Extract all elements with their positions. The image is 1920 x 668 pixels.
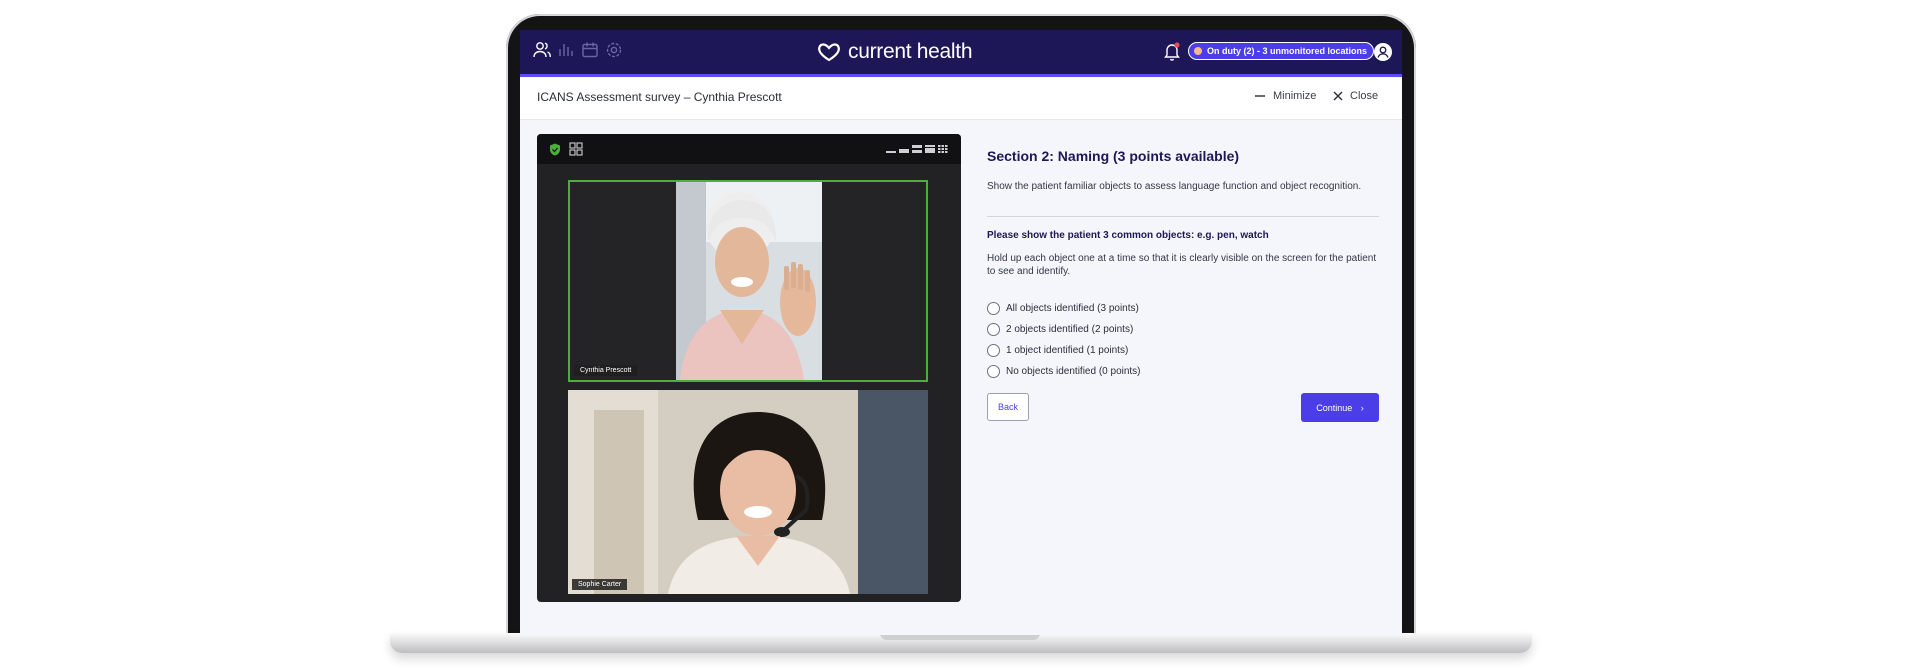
close-icon [1333, 91, 1343, 101]
calendar-icon[interactable] [580, 40, 600, 60]
survey-header: ICANS Assessment survey – Cynthia Presco… [520, 77, 1402, 120]
participant-name-tag: Sophie Carter [572, 579, 628, 590]
radio-button[interactable] [987, 301, 1000, 315]
minimize-label: Minimize [1273, 90, 1317, 102]
user-icon [1377, 46, 1389, 58]
option-no-objects[interactable]: No objects identified (0 points) [987, 363, 1141, 379]
layout-speaker-icon[interactable] [924, 144, 938, 154]
option-one-object[interactable]: 1 object identified (1 points) [987, 342, 1128, 358]
secure-shield-icon [550, 143, 560, 156]
radio-button[interactable] [987, 343, 1000, 357]
layout-grid-icon[interactable] [937, 144, 951, 154]
option-label: No objects identified (0 points) [1006, 365, 1141, 377]
close-label: Close [1350, 90, 1379, 102]
section-description: Show the patient familiar objects to ass… [987, 181, 1362, 192]
option-label: 2 objects identified (2 points) [1006, 323, 1134, 335]
close-button[interactable]: Close [1333, 90, 1378, 102]
brand-name: current health [848, 40, 973, 63]
brand-logo: current health [816, 39, 973, 65]
continue-label: Continue [1316, 402, 1353, 413]
patient-video-feed [570, 182, 926, 380]
notification-bell-icon[interactable] [1163, 41, 1181, 61]
layout-strip-icon[interactable] [898, 144, 912, 154]
question-title: Please show the patient 3 common objects… [987, 230, 1269, 241]
radio-button[interactable] [987, 322, 1000, 336]
layout-minimal-icon[interactable] [885, 144, 899, 154]
participant-tile-patient[interactable]: Cynthia Prescott [568, 180, 928, 382]
current-health-logo-icon [818, 43, 840, 62]
option-label: All objects identified (3 points) [1006, 302, 1139, 314]
user-avatar[interactable] [1374, 43, 1392, 61]
on-duty-badge[interactable]: On duty (2) - 3 unmonitored locations [1188, 42, 1375, 60]
section-title: Section 2: Naming (3 points available) [987, 148, 1240, 164]
back-button[interactable]: Back [987, 393, 1029, 421]
minimize-icon [1255, 95, 1265, 97]
clinician-video-feed [568, 390, 928, 594]
layout-split-icon[interactable] [911, 144, 925, 154]
option-label: 1 object identified (1 points) [1006, 344, 1129, 356]
video-toolbar [537, 134, 961, 164]
chevron-right-icon: › [1360, 402, 1364, 413]
participant-name-tag: Cynthia Prescott [574, 365, 638, 376]
video-call-panel: Cynthia Prescott Sophie Carter [537, 134, 961, 602]
continue-button[interactable]: Continue › [1301, 393, 1379, 422]
survey-title: ICANS Assessment survey – Cynthia Presco… [537, 90, 782, 104]
option-two-objects[interactable]: 2 objects identified (2 points) [987, 321, 1133, 337]
app-screen: current health On duty (2) - 3 unmonitor… [520, 30, 1402, 635]
participant-tile-clinician[interactable]: Sophie Carter [568, 390, 928, 594]
users-icon[interactable] [532, 40, 552, 60]
duty-status-dot [1194, 47, 1202, 55]
settings-icon[interactable] [604, 40, 624, 60]
question-description: Hold up each object one at a time so tha… [987, 253, 1377, 277]
top-nav-bar: current health On duty (2) - 3 unmonitor… [520, 30, 1402, 77]
chart-icon[interactable] [556, 40, 576, 60]
option-all-objects[interactable]: All objects identified (3 points) [987, 300, 1139, 316]
minimize-button[interactable]: Minimize [1255, 90, 1316, 102]
section-divider [987, 216, 1379, 217]
duty-badge-label: On duty (2) - 3 unmonitored locations [1207, 46, 1368, 56]
gallery-view-icon[interactable] [569, 142, 583, 156]
radio-button[interactable] [987, 364, 1000, 378]
